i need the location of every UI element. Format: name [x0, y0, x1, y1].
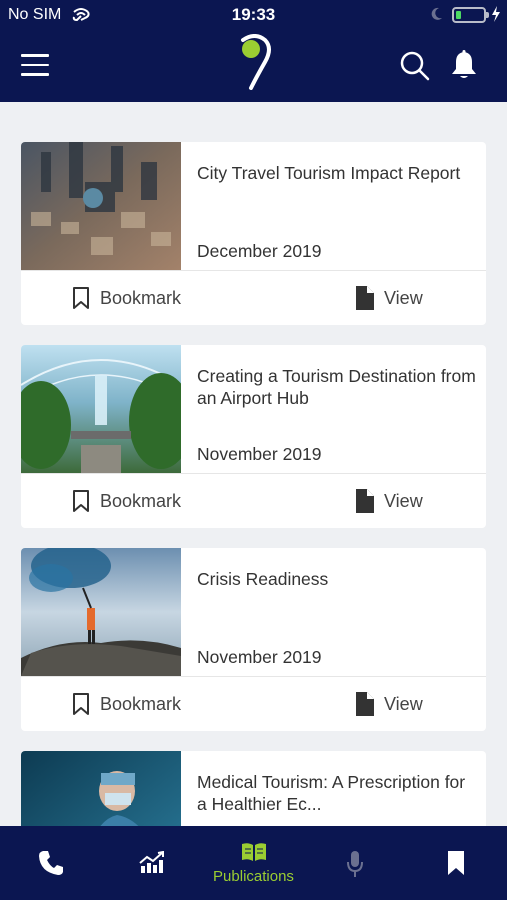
battery-icon [452, 7, 486, 23]
publications-list[interactable]: City Travel Tourism Impact Report Decemb… [0, 102, 507, 826]
publication-title[interactable]: Crisis Readiness [197, 568, 477, 590]
search-icon[interactable] [400, 51, 430, 81]
publication-card[interactable]: Medical Tourism: A Prescription for a He… [21, 751, 486, 826]
microphone-icon [347, 851, 363, 877]
battery-level [456, 11, 461, 19]
tab-insights[interactable] [101, 826, 202, 900]
publication-card[interactable]: Crisis Readiness November 2019 Bookmark … [21, 548, 486, 731]
tab-publications[interactable]: Publications [202, 826, 305, 900]
bookmark-outline-icon [73, 287, 89, 309]
publication-thumbnail [21, 142, 181, 270]
bookmark-label: Bookmark [100, 490, 182, 511]
publication-thumbnail [21, 548, 181, 676]
tab-podcasts[interactable] [305, 826, 406, 900]
publication-title[interactable]: City Travel Tourism Impact Report [197, 162, 477, 184]
bookmark-button[interactable]: Bookmark [71, 271, 181, 325]
view-label: View [384, 490, 423, 511]
view-button[interactable]: View [355, 474, 423, 528]
hamburger-menu-icon[interactable] [21, 54, 49, 76]
brand-logo-icon [241, 34, 271, 90]
bookmark-label: Bookmark [100, 287, 182, 308]
bookmark-button[interactable]: Bookmark [71, 474, 181, 528]
bookmark-outline-icon [73, 490, 89, 512]
charging-bolt-icon [492, 6, 500, 22]
open-book-icon [242, 843, 266, 861]
status-bar: No SIM 19:33 [0, 0, 507, 30]
document-icon [356, 692, 374, 716]
battery-nub [486, 12, 489, 18]
publication-date: December 2019 [197, 241, 322, 261]
publication-thumbnail [21, 345, 181, 473]
publication-card[interactable]: Creating a Tourism Destination from an A… [21, 345, 486, 528]
view-label: View [384, 287, 423, 308]
publication-date: November 2019 [197, 647, 322, 667]
tab-phone[interactable] [0, 826, 101, 900]
card-actions: Bookmark View [21, 271, 486, 325]
phone-icon [39, 851, 63, 875]
publication-thumbnail [21, 751, 181, 826]
view-button[interactable]: View [355, 271, 423, 325]
notification-bell-icon[interactable] [450, 50, 478, 80]
card-actions: Bookmark View [21, 474, 486, 528]
publication-title[interactable]: Creating a Tourism Destination from an A… [197, 365, 477, 409]
document-icon [356, 489, 374, 513]
view-label: View [384, 693, 423, 714]
view-button[interactable]: View [355, 677, 423, 731]
tab-publications-label: Publications [213, 868, 294, 885]
trend-chart-icon [139, 851, 164, 873]
publication-card[interactable]: City Travel Tourism Impact Report Decemb… [21, 142, 486, 325]
tab-bookmarks[interactable] [406, 826, 507, 900]
bookmark-icon [448, 851, 464, 875]
moon-icon [431, 7, 442, 20]
publication-title[interactable]: Medical Tourism: A Prescription for a He… [197, 771, 477, 815]
bookmark-label: Bookmark [100, 693, 182, 714]
card-actions: Bookmark View [21, 677, 486, 731]
top-bar: No SIM 19:33 [0, 0, 507, 102]
document-icon [356, 286, 374, 310]
bottom-tab-bar: Publications [0, 826, 507, 900]
bookmark-outline-icon [73, 693, 89, 715]
publication-date: November 2019 [197, 444, 322, 464]
bookmark-button[interactable]: Bookmark [71, 677, 181, 731]
